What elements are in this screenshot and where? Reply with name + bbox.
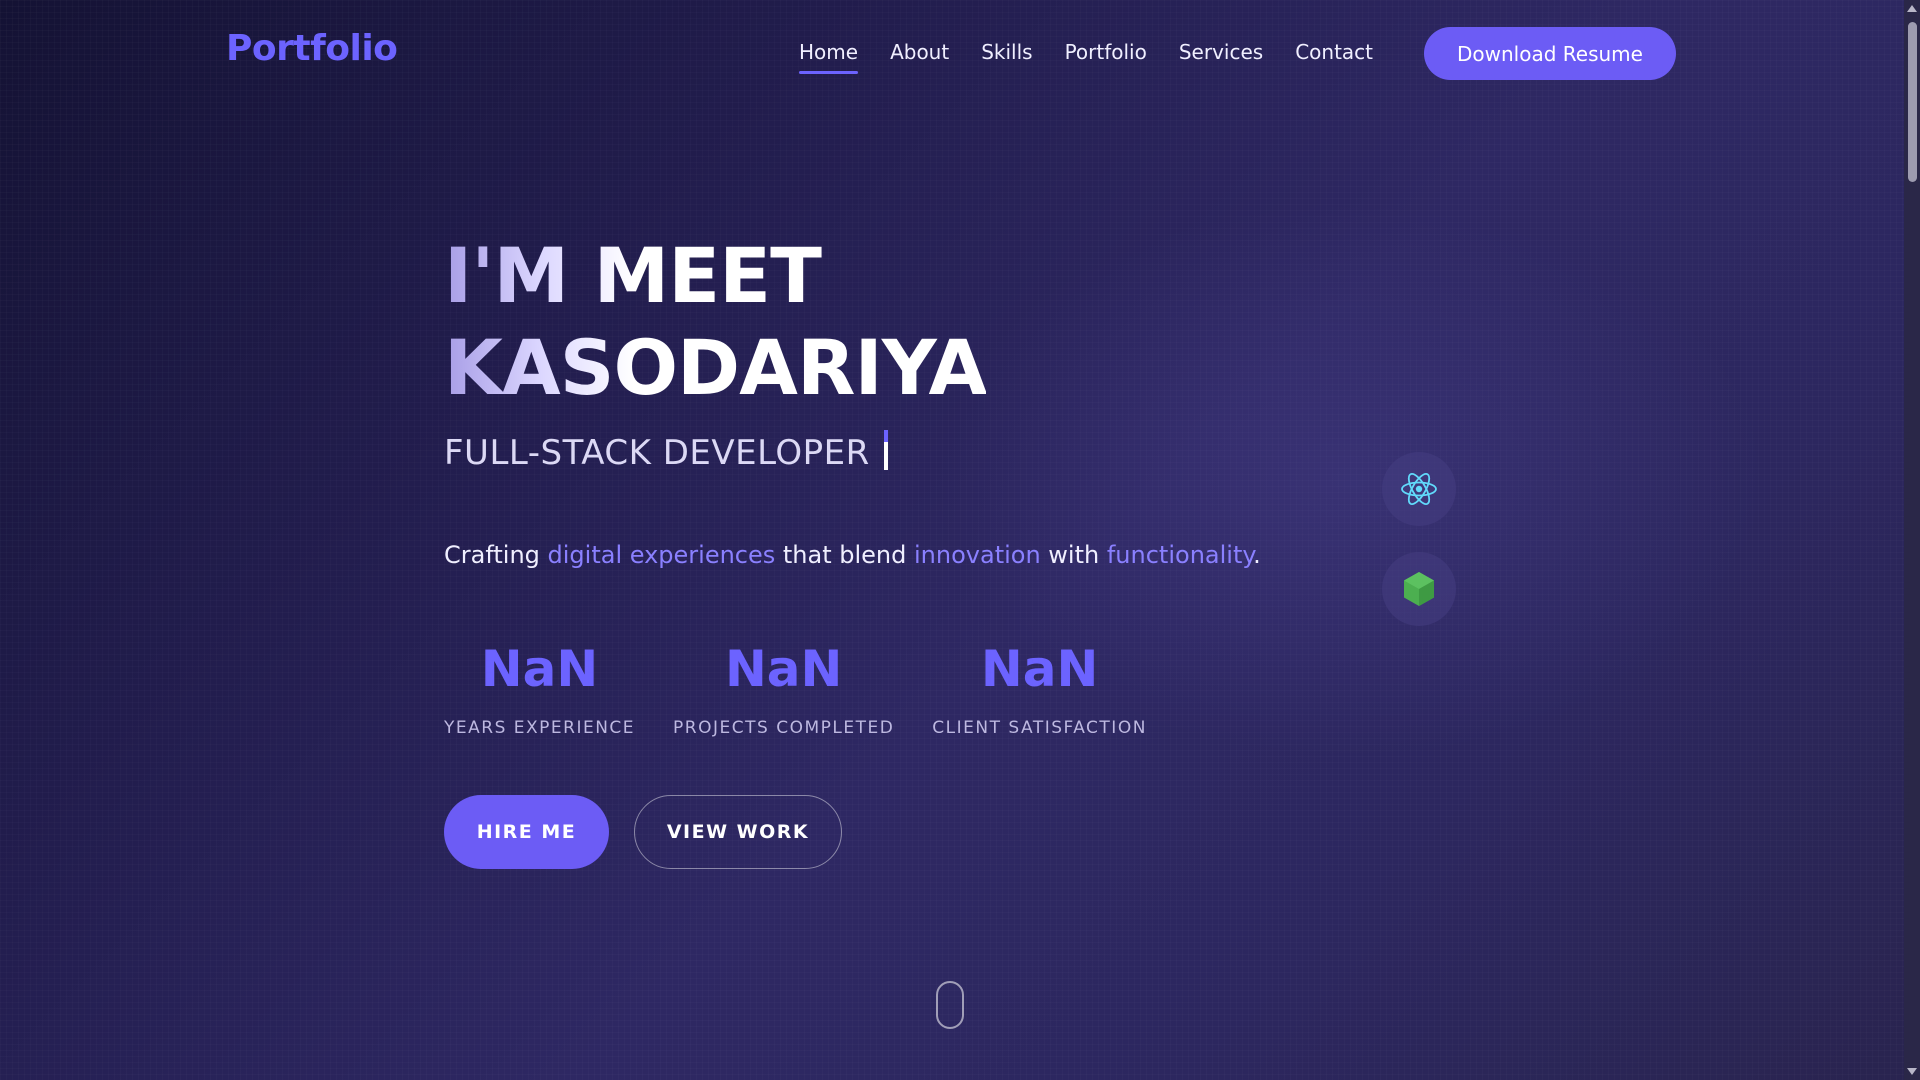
nav-link-services[interactable]: Services (1179, 40, 1263, 72)
nodejs-icon (1404, 572, 1434, 606)
nav-link-about[interactable]: About (890, 40, 949, 72)
hero-title-line1: I'M MEET (444, 231, 821, 320)
tagline-highlight: digital experiences (547, 541, 776, 569)
stats-row: NaN YEARS EXPERIENCE NaN PROJECTS COMPLE… (444, 636, 1147, 738)
stat-label: CLIENT SATISFACTION (932, 718, 1147, 738)
nav-links: Home About Skills Portfolio Services Con… (799, 40, 1373, 74)
scroll-down-arrow-icon[interactable] (1907, 1068, 1917, 1075)
scroll-down-indicator[interactable] (936, 981, 964, 1029)
tagline-text: Crafting (444, 541, 548, 569)
react-icon (1401, 473, 1437, 505)
stat-value: NaN (480, 640, 599, 698)
tagline-text: . (1253, 541, 1261, 569)
stat-value: NaN (980, 640, 1099, 698)
react-icon-badge (1382, 452, 1456, 526)
hero-tagline: Crafting digital experiences that blend … (444, 541, 1261, 569)
nav-link-skills[interactable]: Skills (981, 40, 1032, 72)
stat-label: PROJECTS COMPLETED (673, 718, 895, 738)
stat-years-experience: NaN YEARS EXPERIENCE (444, 636, 635, 738)
stat-label: YEARS EXPERIENCE (444, 718, 636, 738)
nav-link-portfolio[interactable]: Portfolio (1065, 40, 1147, 72)
typed-role-text: FULL-STACK DEVELOPER (444, 433, 870, 473)
typing-cursor (883, 430, 888, 470)
download-resume-button[interactable]: Download Resume (1424, 27, 1676, 80)
scroll-up-arrow-icon[interactable] (1907, 5, 1917, 12)
hero-subtitle: FULL-STACK DEVELOPER (444, 430, 888, 473)
hire-me-button[interactable]: HIRE ME (444, 795, 609, 869)
stat-value: NaN (724, 640, 843, 698)
logo[interactable]: Portfolio (226, 28, 398, 69)
scrollbar-thumb[interactable] (1908, 22, 1917, 182)
stat-projects-completed: NaN PROJECTS COMPLETED (673, 636, 894, 738)
nav-link-home[interactable]: Home (799, 40, 859, 74)
tagline-text: that blend (775, 541, 915, 569)
page-scrollbar[interactable] (1904, 0, 1920, 1080)
nodejs-icon-badge (1382, 552, 1456, 626)
tagline-highlight: innovation (914, 541, 1041, 569)
tagline-text: with (1040, 541, 1107, 569)
background-grid (0, 0, 1920, 1080)
view-work-button[interactable]: VIEW WORK (634, 795, 842, 869)
nav-link-contact[interactable]: Contact (1295, 40, 1373, 72)
stat-client-satisfaction: NaN CLIENT SATISFACTION (932, 636, 1147, 738)
hero-title: I'M MEET KASODARIYA (444, 230, 986, 414)
tagline-highlight: functionality (1106, 541, 1254, 569)
hero-title-line2: KASODARIYA (444, 323, 987, 412)
